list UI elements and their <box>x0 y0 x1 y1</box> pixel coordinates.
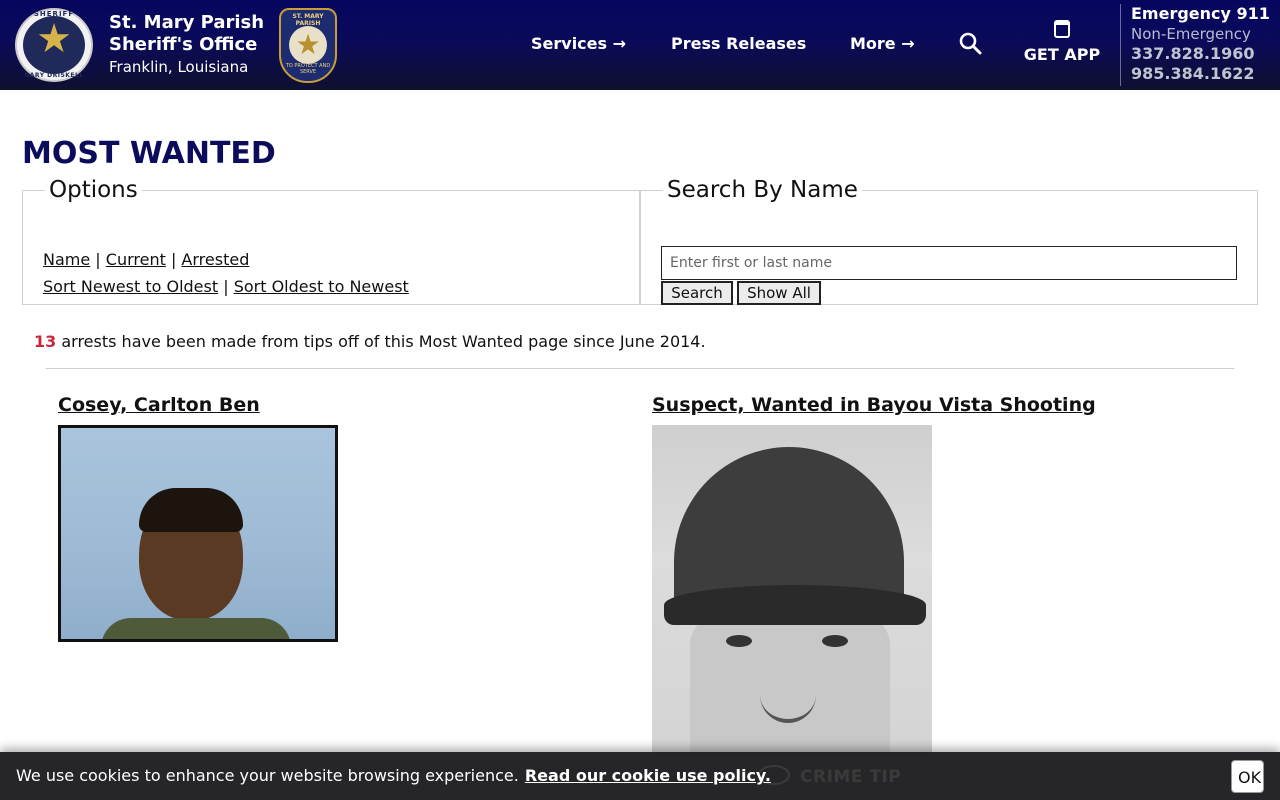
phone-link-2[interactable]: 985.384.1622 <box>1131 64 1270 84</box>
photo-hair <box>139 488 243 532</box>
separator: | <box>165 250 182 269</box>
patch-bottom-text: TO PROTECT AND SERVE <box>285 63 331 75</box>
sketch-eye <box>726 635 752 647</box>
badge-bottom-text: GARY DRISKELL <box>24 72 84 79</box>
separator: | <box>218 277 234 296</box>
nav-press-releases[interactable]: Press Releases <box>671 34 806 54</box>
crime-tip-link-behind: CRIME TIP <box>800 767 902 787</box>
org-name-line2: Sheriff's Office <box>109 34 258 55</box>
emergency-label: Emergency 911 <box>1131 4 1270 23</box>
options-panel: Options Name | Current | Arrested Sort N… <box>22 176 640 305</box>
search-submit-button[interactable]: Search <box>661 281 733 305</box>
suspect-sketch-photo[interactable] <box>652 425 932 755</box>
nav-more[interactable]: More → <box>850 34 915 54</box>
sort-oldest-link[interactable]: Sort Oldest to Newest <box>234 277 409 296</box>
options-legend: Options <box>49 177 138 203</box>
sketch-eye <box>822 635 848 647</box>
filter-current-link[interactable]: Current <box>106 250 166 269</box>
wanted-photo[interactable] <box>58 425 338 642</box>
cookie-banner: CRIME TIP We use cookies to enhance your… <box>0 752 1280 800</box>
search-icon <box>959 32 982 55</box>
contact-info: Emergency 911 Non-Emergency 337.828.1960… <box>1131 4 1270 84</box>
nav-services[interactable]: Services → <box>531 34 626 54</box>
filter-name-link[interactable]: Name <box>43 250 90 269</box>
star-icon: ★ <box>36 16 72 62</box>
wanted-entry-title[interactable]: Suspect, Wanted in Bayou Vista Shooting <box>652 393 1096 417</box>
arrest-stats-text: arrests have been made from tips off of … <box>56 332 706 351</box>
org-name-line1: St. Mary Parish <box>109 12 265 33</box>
org-city: Franklin, Louisiana <box>109 58 249 76</box>
sketch-cap-brim <box>664 585 926 625</box>
star-icon: ★ <box>289 26 327 64</box>
cookie-policy-link[interactable]: Read our cookie use policy. <box>525 766 771 785</box>
phone-link-1[interactable]: 337.828.1960 <box>1131 44 1270 64</box>
site-header: ★ SHERIFF GARY DRISKELL St. Mary Parish … <box>0 0 1280 90</box>
badge-top-text: SHERIFF <box>33 10 75 18</box>
cookie-message-text: We use cookies to enhance your website b… <box>16 766 519 785</box>
page-title: MOST WANTED <box>22 136 276 171</box>
patch-top-text: ST. MARY PARISH <box>292 13 324 27</box>
divider <box>46 368 1234 369</box>
sketch-face <box>690 615 890 755</box>
arrest-count: 13 <box>34 332 57 351</box>
filter-links: Name | Current | Arrested <box>43 250 249 270</box>
sheriff-badge-logo[interactable]: ★ SHERIFF GARY DRISKELL <box>15 8 93 82</box>
cookie-ok-button[interactable]: OK <box>1231 760 1264 793</box>
org-name[interactable]: St. Mary Parish Sheriff's Office <box>109 12 264 56</box>
search-legend: Search By Name <box>667 177 858 203</box>
arrest-stats: 13 arrests have been made from tips off … <box>34 332 706 352</box>
sort-newest-link[interactable]: Sort Newest to Oldest <box>43 277 218 296</box>
non-emergency-label: Non-Emergency <box>1131 25 1251 43</box>
header-divider <box>1120 4 1121 86</box>
wanted-entry-title[interactable]: Cosey, Carlton Ben <box>58 393 260 417</box>
filter-arrested-link[interactable]: Arrested <box>181 250 249 269</box>
photo-shirt <box>101 618 291 639</box>
get-app-button[interactable]: GET APP <box>1020 20 1104 65</box>
get-app-label: GET APP <box>1023 45 1101 64</box>
separator: | <box>90 250 106 269</box>
search-button[interactable] <box>958 31 982 55</box>
show-all-button[interactable]: Show All <box>737 281 821 305</box>
search-panel: Search By Name Search Show All <box>640 176 1258 305</box>
name-search-input[interactable] <box>661 246 1237 280</box>
phone-icon <box>1054 20 1070 38</box>
cookie-message: We use cookies to enhance your website b… <box>16 766 771 786</box>
sort-links: Sort Newest to Oldest | Sort Oldest to N… <box>43 277 409 297</box>
department-patch-logo: ST. MARY PARISH ★ TO PROTECT AND SERVE <box>279 8 337 83</box>
